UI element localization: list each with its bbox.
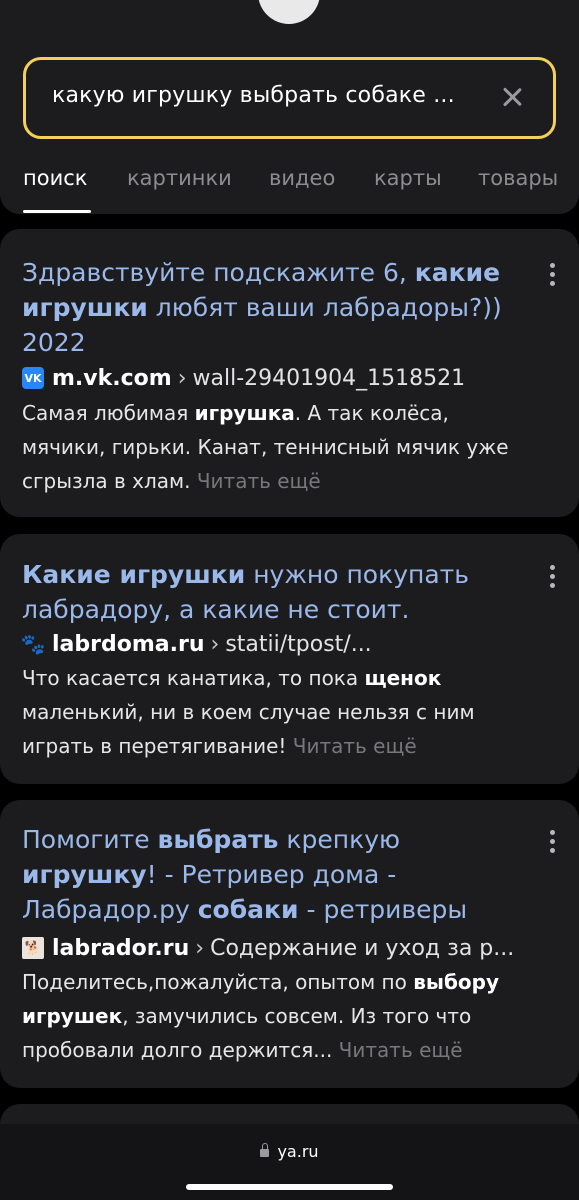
result-source[interactable]: 🐕 labrador.ru › Содержание и уход за р..… xyxy=(22,933,559,963)
search-result-card: Помогите выбрать крепкую игрушку! - Ретри… xyxy=(0,800,579,1088)
search-input[interactable]: какую игрушку выбрать собаке ... xyxy=(23,57,556,139)
result-snippet: Самая любимая игрушка. А так колёса, мячи… xyxy=(22,396,549,498)
text-line: Какие игрушки нужно покупать xyxy=(22,560,469,589)
read-more-link[interactable]: Читать ещё xyxy=(293,734,417,758)
text-line: игрушку! - Ретривер дома - xyxy=(22,860,397,889)
result-source[interactable]: 🐾 labrdoma.ru › statii/tpost/... xyxy=(22,629,559,659)
result-path: statii/tpost/... xyxy=(225,631,372,657)
paw-icon: 🐾 xyxy=(22,632,46,656)
result-source[interactable]: VK m.vk.com › wall-29401904_1518521 xyxy=(22,363,559,393)
text-line: маленький, ни в коем случае нельзя с ним xyxy=(22,700,475,724)
path-separator: › xyxy=(195,935,205,961)
path-separator: › xyxy=(177,365,187,391)
read-more-link[interactable]: Читать ещё xyxy=(197,469,321,493)
browser-bottom-bar: ya.ru xyxy=(0,1124,579,1200)
text-line: пробовали долго держится... Читать ещё xyxy=(22,1038,463,1062)
search-result-card: Какие игрушки нужно покупать лабрадору, а… xyxy=(0,534,579,784)
more-options-icon[interactable] xyxy=(549,263,555,293)
search-tabs: поиск картинки видео карты товары xyxy=(0,160,579,214)
text-line: Помогите выбрать крепкую xyxy=(22,825,401,854)
result-domain: labrador.ru xyxy=(52,935,190,961)
text-line: Самая любимая игрушка. А так колёса, xyxy=(22,401,449,425)
text-line: Что касается канатика, то пока щенок xyxy=(22,666,442,690)
tab-maps[interactable]: карты xyxy=(374,166,442,190)
text-line: сгрызла в хлам. Читать ещё xyxy=(22,469,321,493)
more-options-icon[interactable] xyxy=(549,565,555,595)
text-line: Лабрадор.ру собаки - ретриверы xyxy=(22,895,468,924)
sheet-handle[interactable] xyxy=(258,0,320,24)
text-line: 2022 xyxy=(22,328,86,357)
labrador-site-icon: 🐕 xyxy=(22,937,44,959)
result-domain: m.vk.com xyxy=(52,365,172,391)
result-domain: labrdoma.ru xyxy=(52,631,205,657)
tab-search[interactable]: поиск xyxy=(23,166,87,190)
result-snippet: Что касается канатика, то пока щенок мале… xyxy=(22,661,549,763)
search-query[interactable]: какую игрушку выбрать собаке ... xyxy=(52,83,455,108)
tab-video[interactable]: видео xyxy=(269,166,335,190)
address-bar[interactable]: ya.ru xyxy=(0,1142,579,1161)
result-title-link[interactable]: Здравствуйте подскажите 6, какие игрушки … xyxy=(22,255,529,360)
search-result-card: Здравствуйте подскажите 6, какие игрушки … xyxy=(0,229,579,517)
text-line: лабрадору, а какие не стоит. xyxy=(22,595,410,624)
address-text: ya.ru xyxy=(277,1142,319,1161)
text-line: Поделитесь,пожалуйста, опытом по выбору xyxy=(22,970,500,994)
result-title-link[interactable]: Помогите выбрать крепкую игрушку! - Ретри… xyxy=(22,822,529,927)
text-line: играть в перетягивание! Читать ещё xyxy=(22,734,417,758)
text-line: Здравствуйте подскажите 6, какие xyxy=(22,258,501,287)
active-tab-indicator xyxy=(23,210,91,213)
home-indicator[interactable] xyxy=(186,1184,393,1190)
result-path: wall-29401904_1518521 xyxy=(192,365,466,391)
tab-images[interactable]: картинки xyxy=(127,166,232,190)
result-title-link[interactable]: Какие игрушки нужно покупать лабрадору, а… xyxy=(22,557,529,627)
result-snippet: Поделитесь,пожалуйста, опытом по выбору и… xyxy=(22,965,549,1067)
tab-products[interactable]: товары xyxy=(478,166,558,190)
close-icon[interactable] xyxy=(497,82,527,112)
text-line: мячики, гирьки. Канат, теннисный мячик у… xyxy=(22,435,509,459)
text-line: игрушек, замучились совсем. Из того что xyxy=(22,1004,472,1028)
text-line: игрушки любят ваши лабрадоры?)) xyxy=(22,293,502,322)
search-header: какую игрушку выбрать собаке ... поиск к… xyxy=(0,0,579,214)
path-separator: › xyxy=(210,631,220,657)
more-options-icon[interactable] xyxy=(549,830,555,860)
vk-icon: VK xyxy=(22,367,44,389)
read-more-link[interactable]: Читать ещё xyxy=(339,1038,463,1062)
result-path: Содержание и уход за р... xyxy=(210,935,515,961)
lock-icon xyxy=(260,1143,270,1157)
